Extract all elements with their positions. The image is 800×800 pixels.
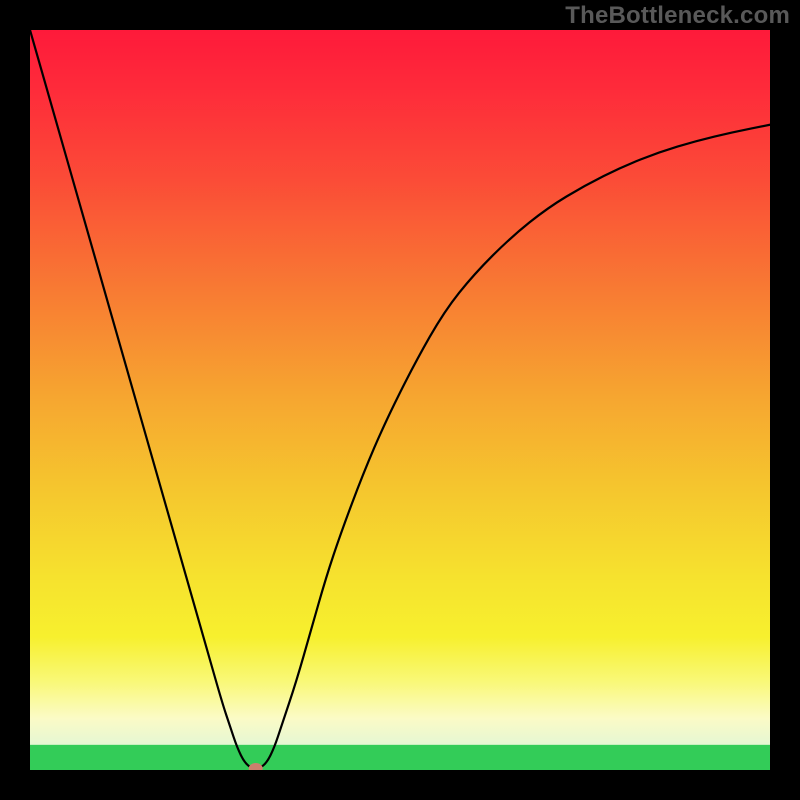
watermark-text: TheBottleneck.com (565, 2, 790, 30)
green-band (30, 745, 770, 770)
background-gradient (30, 30, 770, 770)
plot-area (30, 30, 770, 770)
chart-svg (30, 30, 770, 770)
chart-container: TheBottleneck.com (0, 0, 800, 800)
